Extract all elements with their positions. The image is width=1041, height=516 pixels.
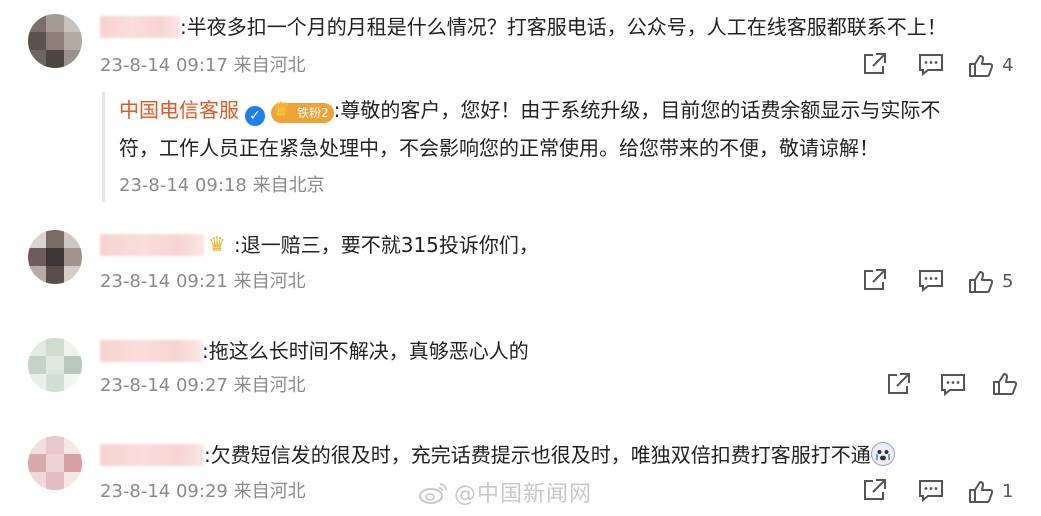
like-button[interactable]: 5 [968, 268, 1013, 296]
comment-meta: 23-8-14 09:27 来自河北 [100, 374, 306, 398]
comment-item: :拖这么长时间不解决，真够恶心人的 23-8-14 09:27 来自河北 [0, 332, 1041, 428]
like-icon [969, 271, 994, 293]
comment-location: 来自河北 [233, 481, 306, 502]
comment-time: 23-8-14 09:27 [100, 375, 228, 396]
like-count: 5 [1002, 271, 1014, 292]
official-reply: 中国电信客服 ✓ ♛ 铁粉2 :尊敬的客户，您好！由于系统升级，目前您的话费余额显示与实… [102, 92, 1015, 202]
reply-location: 来自北京 [252, 175, 325, 196]
reply-meta: 23-8-14 09:18 来自北京 [119, 174, 325, 198]
share-button[interactable] [886, 372, 912, 396]
comment-icon [919, 54, 943, 76]
crown-icon: ♛ [272, 97, 290, 121]
comment-time: 23-8-14 09:21 [100, 271, 228, 292]
username[interactable] [100, 234, 204, 256]
share-button[interactable] [862, 268, 888, 292]
like-icon [969, 55, 994, 77]
share-icon [888, 373, 910, 394]
like-button[interactable] [992, 372, 1026, 396]
comment-location: 来自河北 [233, 55, 306, 76]
reply-button[interactable] [918, 478, 944, 502]
weibo-logo-icon [419, 483, 447, 504]
comment-item: ♛ :退一赔三，要不就315投诉你们， 23-8-14 09:21 来自河北 5 [0, 224, 1041, 320]
comment-text-line: :欠费短信发的很及时，充完话费提示也很及时，唯独双倍扣费打客服打不通 [204, 441, 895, 469]
like-icon [993, 373, 1018, 395]
reply-button[interactable] [940, 372, 966, 396]
comment-icon [941, 374, 965, 396]
reply-text-1: :尊敬的客户，您好！由于系统升级，目前您的话费余额显示与实际不 [333, 98, 941, 122]
watermark: @中国新闻网 [418, 476, 592, 508]
reply-username[interactable]: 中国电信客服 [119, 98, 239, 122]
share-icon [864, 479, 886, 500]
share-button[interactable] [862, 52, 888, 76]
avatar[interactable] [28, 230, 82, 284]
fan-badge-label: 铁粉2 [297, 106, 329, 120]
crown-icon: ♛ [208, 232, 226, 256]
comment-time: 23-8-14 09:17 [100, 55, 228, 76]
like-count: 1 [1002, 481, 1014, 502]
share-icon [864, 269, 886, 290]
comment-text: :拖这么长时间不解决，真够恶心人的 [202, 339, 529, 363]
crying-emoji-icon [870, 442, 895, 466]
verified-icon: ✓ [245, 106, 265, 126]
share-icon [864, 53, 886, 74]
comment-icon [919, 480, 943, 502]
avatar[interactable] [28, 338, 82, 392]
comment-meta: 23-8-14 09:17 来自河北 [100, 54, 306, 78]
like-count: 4 [1002, 55, 1014, 76]
like-button[interactable]: 4 [968, 52, 1013, 80]
reply-button[interactable] [918, 268, 944, 292]
comment-actions: 1 [862, 478, 1032, 506]
comment-time: 23-8-14 09:29 [100, 481, 228, 502]
comment-text: :退一赔三，要不就315投诉你们， [234, 233, 539, 257]
comment-actions: 5 [862, 268, 1032, 296]
fan-badge[interactable]: ♛ 铁粉2 [271, 99, 334, 123]
comment-location: 来自河北 [233, 271, 306, 292]
comment-meta: 23-8-14 09:29 来自河北 [100, 480, 306, 504]
comment-icon [919, 270, 943, 292]
like-button[interactable]: 1 [968, 478, 1013, 506]
avatar[interactable] [28, 14, 82, 68]
avatar[interactable] [28, 436, 82, 490]
comment-text: :半夜多扣一个月的月租是什么情况？打客服电话，公众号，人工在线客服都联系不上！ [180, 15, 947, 39]
username[interactable] [100, 340, 202, 362]
comment-text: :欠费短信发的很及时，充完话费提示也很及时，唯独双倍扣费打客服打不通 [204, 443, 871, 467]
comment-meta: 23-8-14 09:21 来自河北 [100, 270, 306, 294]
reply-button[interactable] [918, 52, 944, 76]
like-icon [969, 481, 994, 503]
watermark-text: @中国新闻网 [454, 482, 593, 507]
reply-line-1: 中国电信客服 ✓ ♛ 铁粉2 :尊敬的客户，您好！由于系统升级，目前您的话费余额显示与实… [119, 96, 940, 126]
username[interactable] [100, 16, 180, 38]
comment-location: 来自河北 [233, 375, 306, 396]
username[interactable] [100, 444, 204, 466]
reply-time: 23-8-14 09:18 [119, 175, 247, 196]
share-button[interactable] [862, 478, 888, 502]
comment-actions: 4 [862, 52, 1032, 80]
comment-actions [886, 372, 1026, 400]
reply-text-2: 符，工作人员正在紧急处理中，不会影响您的正常使用。给您带来的不便，敬请谅解！ [119, 136, 879, 160]
comment-item: :半夜多扣一个月的月租是什么情况？打客服电话，公众号，人工在线客服都联系不上！ … [0, 0, 1041, 210]
